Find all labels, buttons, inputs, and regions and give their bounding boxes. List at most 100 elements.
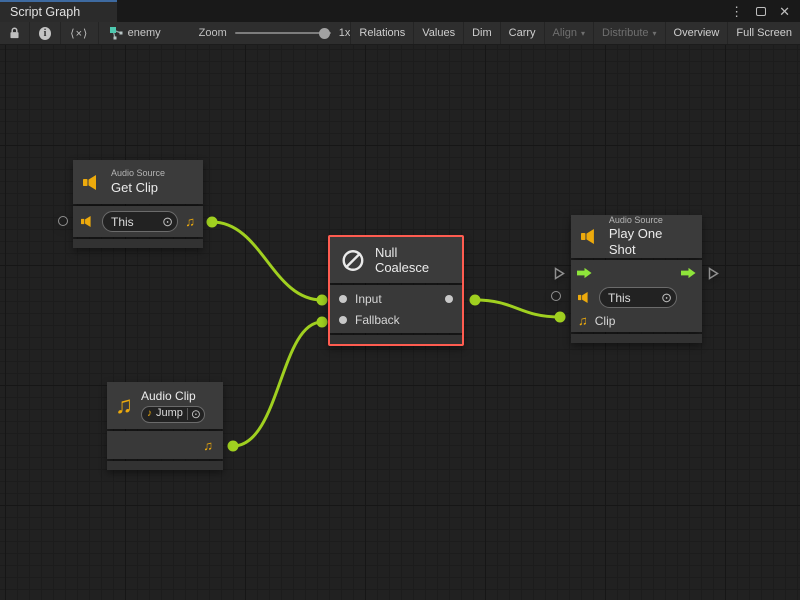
node-port-row: ♫	[107, 431, 223, 459]
input-port[interactable]	[339, 295, 347, 303]
breadcrumb[interactable]: enemy	[99, 22, 171, 44]
fullscreen-button[interactable]: Full Screen	[727, 22, 800, 44]
zoom-label: Zoom	[199, 27, 227, 39]
node-footer	[107, 461, 223, 470]
flow-in-arrow-icon[interactable]	[577, 267, 592, 279]
dim-label: Dim	[472, 27, 492, 39]
wire-getclip-to-input[interactable]	[212, 222, 322, 300]
graph-canvas[interactable]: Audio Source Get Clip This ⊙ ♫ Null Coa	[0, 45, 800, 600]
maximize-icon[interactable]	[756, 7, 766, 16]
window-menu-icon[interactable]: ⋮	[730, 5, 743, 18]
node-header: ♫ Audio Clip ♪ Jump ⊙	[107, 382, 223, 429]
carry-label: Carry	[509, 27, 536, 39]
dim-button[interactable]: Dim	[463, 22, 500, 44]
node-category: Audio Source	[111, 168, 165, 179]
wire-output-to-clip[interactable]	[475, 300, 560, 317]
object-picker-icon[interactable]: ⊙	[661, 291, 672, 304]
align-dropdown[interactable]: Align ▾	[544, 22, 593, 44]
node-title: Null Coalesce	[375, 245, 452, 275]
zoom-value: 1x	[339, 27, 351, 39]
port-coalesce-output[interactable]	[470, 295, 481, 306]
port-clip-input-connected[interactable]	[555, 312, 566, 323]
dropdown-arrow-icon: ▾	[653, 29, 657, 38]
node-port-rows: Input Fallback	[330, 285, 462, 333]
audio-source-icon	[83, 174, 102, 191]
port-getclip-output[interactable]	[207, 217, 218, 228]
align-label: Align	[553, 27, 577, 39]
flow-exit-port[interactable]	[708, 267, 719, 280]
this-object-field[interactable]: This ⊙	[102, 211, 178, 232]
node-title: Audio Clip	[141, 389, 205, 404]
node-footer	[73, 239, 203, 248]
node-get-clip[interactable]: Audio Source Get Clip This ⊙ ♫	[73, 160, 203, 248]
node-title: Get Clip	[111, 180, 165, 196]
code-icon: ⟨×⟩	[70, 27, 88, 40]
wire-audioclip-to-fallback[interactable]	[233, 322, 322, 446]
node-audio-clip[interactable]: ♫ Audio Clip ♪ Jump ⊙ ♫	[107, 382, 223, 470]
distribute-label: Distribute	[602, 27, 648, 39]
audio-source-icon	[578, 291, 592, 304]
node-port-row: This ⊙ ♫	[73, 206, 203, 237]
graph-icon	[109, 26, 123, 40]
this-object-field[interactable]: This ⊙	[599, 287, 677, 308]
lock-icon	[9, 26, 20, 40]
node-port-rows: This ⊙ ♫ Clip	[571, 260, 702, 332]
overview-button[interactable]: Overview	[665, 22, 728, 44]
port-fallback-connected[interactable]	[317, 317, 328, 328]
zoom-slider[interactable]	[235, 32, 331, 34]
object-picker-icon[interactable]: ⊙	[162, 215, 173, 228]
port-input-connected[interactable]	[317, 295, 328, 306]
clip-port-label: Clip	[595, 314, 616, 328]
clip-object-field[interactable]: ♪ Jump ⊙	[141, 406, 205, 423]
port-audioclip-output[interactable]	[228, 441, 239, 452]
this-input-port[interactable]	[58, 216, 68, 226]
node-null-coalesce[interactable]: Null Coalesce Input Fallback	[328, 235, 464, 346]
dropdown-arrow-icon: ▾	[581, 29, 585, 38]
audio-clip-icon: ♫	[115, 394, 133, 418]
node-category: Audio Source	[609, 215, 692, 226]
toolbar-buttons: Relations Values Dim Carry Align ▾ Distr…	[350, 22, 800, 44]
tab-strip: Script Graph ⋮ ✕	[0, 0, 800, 22]
this-input-port[interactable]	[551, 291, 561, 301]
field-value: Jump	[156, 407, 183, 421]
input-port-row: Input	[330, 288, 462, 309]
tab-title: Script Graph	[10, 5, 80, 19]
values-label: Values	[422, 27, 455, 39]
object-picker-icon[interactable]: ⊙	[187, 408, 201, 420]
flow-entry-port[interactable]	[554, 267, 565, 280]
target-port-row: This ⊙	[571, 286, 702, 309]
null-coalesce-icon	[340, 247, 366, 274]
zoom-control: Zoom 1x	[199, 22, 351, 44]
node-play-one-shot[interactable]: Audio Source Play One Shot This	[571, 215, 702, 343]
tab-script-graph[interactable]: Script Graph	[0, 0, 117, 22]
relations-label: Relations	[359, 27, 405, 39]
relations-button[interactable]: Relations	[350, 22, 413, 44]
node-title: Play One Shot	[609, 226, 692, 259]
control-flow-row	[571, 260, 702, 286]
node-footer	[571, 334, 702, 343]
close-icon[interactable]: ✕	[779, 5, 790, 18]
carry-button[interactable]: Carry	[500, 22, 544, 44]
node-titles: Audio Source Play One Shot	[609, 215, 692, 259]
distribute-dropdown[interactable]: Distribute ▾	[593, 22, 664, 44]
result-output-port[interactable]	[445, 295, 453, 303]
fallback-port-row: Fallback	[330, 309, 462, 330]
note-icon: ♪	[147, 409, 152, 419]
info-icon: i	[39, 27, 51, 40]
fallback-port[interactable]	[339, 316, 347, 324]
flow-out-arrow-icon[interactable]	[681, 267, 696, 279]
code-view-button[interactable]: ⟨×⟩	[61, 22, 99, 44]
values-button[interactable]: Values	[413, 22, 463, 44]
audio-clip-output-icon: ♫	[203, 439, 213, 452]
node-header: Null Coalesce	[330, 237, 462, 283]
node-titles: Audio Clip ♪ Jump ⊙	[141, 389, 205, 423]
window-controls: ⋮ ✕	[730, 0, 800, 22]
audio-source-icon	[81, 215, 95, 228]
overview-label: Overview	[674, 27, 720, 39]
lock-button[interactable]	[0, 22, 30, 44]
info-button[interactable]: i	[30, 22, 61, 44]
node-footer	[330, 335, 462, 344]
fallback-port-label: Fallback	[355, 313, 400, 327]
clip-input-icon: ♫	[578, 314, 588, 327]
zoom-slider-handle[interactable]	[319, 28, 330, 39]
